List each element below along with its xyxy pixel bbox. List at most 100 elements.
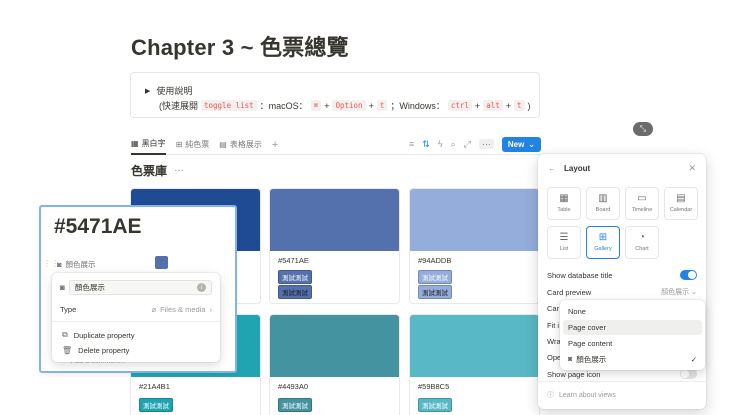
layout-chart[interactable]: ◔ Chart <box>625 226 659 259</box>
layout-options: ▦ Table ▥ Board ▭ Timeline ▤ Calendar ☰ … <box>547 187 699 259</box>
sort-icon[interactable]: ⇅ <box>422 139 430 150</box>
card-hex: #4493A0 <box>278 382 309 391</box>
gallery-card[interactable]: #94ADDB 測試測試 測試測試 <box>409 188 540 304</box>
plus-sign: + <box>474 100 481 111</box>
table-icon: ▦ <box>131 139 139 148</box>
checkmark-icon: ✓ <box>690 355 697 364</box>
section-more-icon[interactable]: ··· <box>174 165 184 176</box>
instruction-callout: ▶ 使用說明 (快速展開 toggle list ：macOS： ⌘ + Opt… <box>130 72 540 118</box>
show-database-title-toggle[interactable] <box>680 270 697 280</box>
win-key-alt: alt <box>483 100 503 111</box>
dropdown-option-page-cover[interactable]: Page cover <box>563 320 702 335</box>
plus-sign: + <box>368 100 374 111</box>
more-options-icon[interactable]: ··· <box>478 139 494 149</box>
notion-page: Chapter 3 ~ 色票總覽 ▶ 使用說明 (快速展開 toggle lis… <box>0 0 740 415</box>
camera-icon: ◙ <box>57 260 62 269</box>
win-key-ctrl: ctrl <box>447 100 472 111</box>
tag-badge: 測試測試 <box>278 285 312 299</box>
new-button[interactable]: New ⌄ <box>501 136 541 152</box>
plus-sign: + <box>324 100 330 111</box>
camera-icon: ◙ <box>568 356 573 363</box>
layout-header: ← Layout ✕ <box>548 163 696 174</box>
tag-badge: 測試測試 <box>418 398 452 412</box>
toggle-label: 使用說明 <box>156 86 193 96</box>
shortcut-suffix: ) <box>527 100 531 111</box>
tab-black-white[interactable]: ▦ 黑白字 <box>131 135 166 155</box>
gallery-icon: ⊞ <box>175 140 183 149</box>
show-page-icon-row: Show page icon <box>547 369 697 379</box>
layout-gallery[interactable]: ⊞ Gallery <box>586 226 620 259</box>
tag-badge: 測試測試 <box>139 398 173 412</box>
win-key-t: t <box>514 100 525 111</box>
delete-property-button[interactable]: 🗑 Delete property <box>62 346 129 355</box>
type-row[interactable]: Type ⌀ Files & media › <box>60 305 212 314</box>
card-hex: #21A4B1 <box>139 382 170 391</box>
close-icon[interactable]: ✕ <box>688 163 696 174</box>
filter-icon[interactable]: ≡ <box>409 139 414 149</box>
tag-badge: 測試測試 <box>418 270 452 284</box>
add-view-icon[interactable]: + <box>272 139 278 151</box>
chevron-right-icon: › <box>209 305 213 314</box>
toggle-triangle-icon[interactable]: ▶ <box>145 87 150 95</box>
table-icon: ▤ <box>219 140 227 149</box>
mac-label: ：macOS： <box>259 101 308 111</box>
expand-icon[interactable]: ⤡ <box>633 122 653 136</box>
card-hex: #94ADDB <box>418 256 452 265</box>
color-swatch <box>270 315 399 377</box>
search-icon[interactable]: ⌕ <box>451 139 456 150</box>
layout-panel: ← Layout ✕ ▦ Table ▥ Board ▭ Timeline ▤ C… <box>538 154 706 409</box>
view-tabs: ▦ 黑白字 ⊞ 純色票 ▤ 表格展示 + ≡ ⇅ ϟ ⌕ ⤢ ··· New ⌄ <box>131 135 541 155</box>
dropdown-option-none[interactable]: None <box>563 304 702 319</box>
color-swatch <box>410 315 539 377</box>
board-icon: ▥ <box>598 193 608 204</box>
property-row[interactable]: ◙ 顏色展示 <box>57 259 96 270</box>
toggle-row[interactable]: ▶ 使用說明 <box>145 84 192 97</box>
mac-key-t: t <box>376 100 388 111</box>
windows-label: ；Windows： <box>390 101 445 111</box>
section-title: 色票庫 ··· <box>131 164 185 178</box>
dropdown-option-color-display[interactable]: ◙ 顏色展示 ✓ <box>563 352 702 367</box>
show-page-icon-toggle[interactable] <box>680 369 697 379</box>
layout-list[interactable]: ☰ List <box>547 226 581 259</box>
automation-icon[interactable]: ϟ <box>438 139 443 149</box>
mac-key-cmd: ⌘ <box>310 100 322 111</box>
chevron-down-icon[interactable]: ⌄ <box>528 140 535 149</box>
mac-key-option: Option <box>332 100 366 111</box>
gallery-card[interactable]: #4493A0 測試測試 <box>269 314 400 415</box>
help-icon: ⓘ <box>547 392 554 399</box>
gallery-card[interactable]: #59B8C5 測試測試 <box>409 314 540 415</box>
dropdown-option-page-content[interactable]: Page content <box>563 336 702 351</box>
duplicate-property-button[interactable]: ⧉ Duplicate property <box>62 330 135 340</box>
page-title: Chapter 3 ~ 色票總覽 <box>131 35 349 60</box>
link-icon[interactable]: ⤢ <box>464 139 471 150</box>
gallery-card[interactable]: #5471AE 測試測試 測試測試 <box>269 188 400 304</box>
color-swatch <box>410 189 539 251</box>
tab-table-display[interactable]: ▤ 表格展示 <box>219 135 262 155</box>
toggle-list-code: toggle list <box>201 100 257 111</box>
layout-board[interactable]: ▥ Board <box>586 187 620 220</box>
property-name-input[interactable]: 顏色展示 i <box>68 280 212 295</box>
duplicate-icon: ⧉ <box>62 330 68 339</box>
card-hex: #59B8C5 <box>418 382 450 391</box>
tag-badge: 測試測試 <box>418 285 452 299</box>
tab-solid-colors[interactable]: ⊞ 純色票 <box>176 135 210 155</box>
info-icon[interactable]: i <box>197 283 206 292</box>
layout-calendar[interactable]: ▤ Calendar <box>664 187 698 220</box>
card-title: #5471AE <box>54 215 142 238</box>
card-preview-row[interactable]: Card preview 顏色展示 ⌄ <box>547 287 697 297</box>
color-swatch <box>270 189 399 251</box>
card-preview-dropdown: None Page cover Page content ◙ 顏色展示 ✓ <box>560 300 705 370</box>
timeline-icon: ▭ <box>637 193 647 204</box>
chevron-down-icon: ⌄ <box>691 289 697 296</box>
property-name-row: ◙ 顏色展示 i <box>60 280 212 295</box>
chart-icon: ◔ <box>638 232 646 243</box>
tag-badge: 測試測試 <box>278 398 312 412</box>
layout-timeline[interactable]: ▭ Timeline <box>625 187 659 220</box>
divider <box>52 321 220 322</box>
back-arrow-icon[interactable]: ← <box>548 164 556 173</box>
learn-about-views-link[interactable]: ⓘ Learn about views <box>547 390 616 400</box>
layout-table[interactable]: ▦ Table <box>547 187 581 220</box>
table-icon: ▦ <box>559 193 569 204</box>
tag-badge: 測試測試 <box>278 270 312 284</box>
trash-icon: 🗑 <box>62 346 73 355</box>
